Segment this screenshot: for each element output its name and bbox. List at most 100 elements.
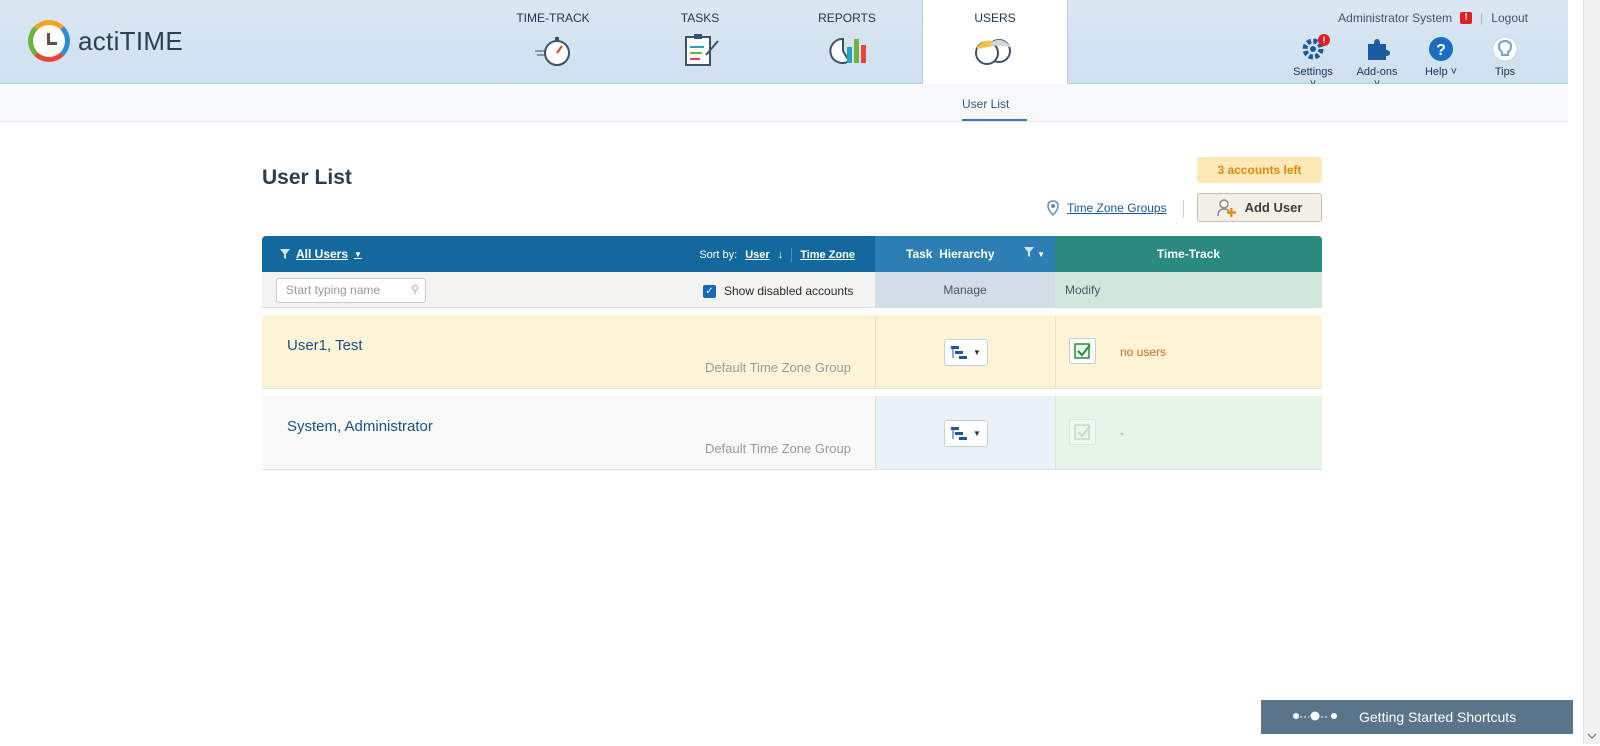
modify-checkbox[interactable] [1069,338,1096,364]
task-hierarchy-label: Task Hierarchy [906,247,995,261]
all-users-label: All Users [296,247,349,261]
stopwatch-icon [535,37,570,66]
help-label: Help [1424,66,1448,78]
nav-label-tasks: TASKS [680,11,720,25]
tips-label: Tips [1494,66,1516,78]
time-track-status: - [1120,426,1124,440]
nav-label-reports: REPORTS [818,11,876,25]
chevron-down-icon: ▼ [973,429,981,438]
modify-subheader: Modify [1055,272,1322,307]
manage-subheader: Manage [875,272,1055,307]
add-user-label: Add User [1244,200,1303,215]
reports-chart-icon [829,37,866,64]
sort-arrow-down-icon: ↓ [777,249,784,261]
checkmark-edit-icon [1073,343,1091,359]
route-pins-icon [1293,711,1337,721]
settings-alert-badge: ! [1318,34,1330,46]
hierarchy-icon [951,345,968,359]
task-hierarchy-filter[interactable]: ▼ [1023,246,1045,260]
task-list-icon [685,34,719,66]
nav-item-users[interactable]: USERS [922,0,1068,85]
logout-link[interactable]: Logout [1491,11,1528,25]
user-name-link[interactable]: System, Administrator [287,418,433,435]
table-row[interactable]: User1, Test Default Time Zone Group ▼ no… [262,315,1322,389]
user-cell: User1, Test Default Time Zone Group [262,315,875,388]
filter-icon [280,249,290,259]
time-track-column-header: Time-Track [1055,236,1322,272]
sort-by-user-link[interactable]: User [745,249,769,261]
time-zone-groups-link[interactable]: Time Zone Groups [1047,200,1167,216]
help-button[interactable]: ? Help ˅ [1418,36,1464,90]
addons-label: Add-ons [1356,66,1398,78]
vertical-scrollbar[interactable] [1583,0,1600,744]
getting-started-label: Getting Started Shortcuts [1359,709,1517,725]
scroll-down-arrow-icon[interactable] [1587,728,1597,739]
sort-controls: Sort by: User ↓ Time Zone [699,248,855,262]
alert-badge[interactable]: ! [1460,12,1473,24]
tab-user-list[interactable]: User List [962,97,1009,111]
all-users-filter[interactable]: All Users ▼ [280,247,362,261]
time-track-cell: no users [1055,315,1322,388]
sort-by-label: Sort by: [699,249,738,261]
actitime-logo[interactable]: actiTIME [28,20,183,62]
lightbulb-icon [1492,36,1518,62]
filter-icon [1023,247,1034,257]
show-disabled-checkbox[interactable]: ✓ [703,284,716,298]
nav-label-time-track: TIME-TRACK [516,11,590,25]
nav-item-time-track[interactable]: TIME-TRACK [508,0,598,84]
header-separator: | [1480,11,1484,25]
hierarchy-icon [951,426,968,440]
nav-item-tasks[interactable]: TASKS [660,0,740,84]
time-track-status: no users [1120,345,1167,359]
table-subheader: Start typing name ⚲ ✓ Show disabled acco… [262,272,1322,308]
header-tools: ! Settings ˅ Add-ons ˅ ? Help ˅ [1290,34,1528,90]
task-hierarchy-dropdown[interactable]: ▼ [944,420,988,447]
user-cell: System, Administrator Default Time Zone … [262,396,875,469]
sort-by-timezone-link[interactable]: Time Zone [800,249,855,261]
user-name-link[interactable]: User1, Test [287,337,363,354]
search-placeholder: Start typing name [286,283,381,297]
time-track-cell: - [1055,396,1322,469]
current-user-name[interactable]: Administrator System [1338,11,1452,25]
user-subheader: Start typing name ⚲ ✓ Show disabled acco… [262,272,875,307]
time-zone-groups-label: Time Zone Groups [1067,201,1167,215]
header-divider [1183,200,1184,218]
location-pin-icon [1047,200,1059,216]
add-user-button[interactable]: Add User [1197,193,1322,222]
clock-logo-icon [28,20,70,62]
modify-checkbox-disabled [1069,419,1096,445]
show-disabled-toggle[interactable]: ✓ Show disabled accounts [703,284,853,298]
sub-navigation-bar: User List [0,84,1568,122]
settings-label: Settings [1293,66,1333,78]
task-hierarchy-cell: ▼ [875,396,1055,469]
question-icon: ? [1429,37,1453,61]
chevron-down-icon: ▼ [973,348,981,357]
sort-divider [791,248,793,262]
nav-label-users: USERS [974,11,1016,25]
table-header: All Users ▼ Sort by: User ↓ Time Zone Ta… [262,236,1322,272]
active-tab-underline [962,119,1027,121]
user-area: Administrator System ! | Logout [1338,11,1528,25]
page-title: User List [262,166,352,189]
addons-button[interactable]: Add-ons ˅ [1354,36,1400,90]
user-tz-group: Default Time Zone Group [705,441,851,456]
task-hierarchy-dropdown[interactable]: ▼ [944,339,988,366]
tips-button[interactable]: Tips [1482,36,1528,90]
getting-started-shortcuts-button[interactable]: Getting Started Shortcuts [1261,700,1573,734]
task-hierarchy-column-header: Task Hierarchy ▼ [875,236,1055,272]
show-disabled-label: Show disabled accounts [724,284,854,298]
users-icon [975,39,1011,65]
settings-button[interactable]: ! Settings ˅ [1290,34,1336,90]
logo-text: actiTIME [78,25,183,56]
chevron-down-icon: ▼ [354,249,362,259]
add-user-icon [1216,198,1236,217]
checkmark-edit-icon [1073,424,1091,440]
chevron-down-icon: ˅ [1447,66,1458,78]
task-hierarchy-cell: ▼ [875,315,1055,388]
puzzle-icon [1368,39,1390,60]
nav-item-reports[interactable]: REPORTS [807,0,887,84]
search-icon: ⚲ [410,284,419,296]
user-search-input[interactable]: Start typing name ⚲ [276,278,426,303]
chevron-down-icon: ▼ [1037,250,1045,259]
table-row[interactable]: System, Administrator Default Time Zone … [262,396,1322,470]
